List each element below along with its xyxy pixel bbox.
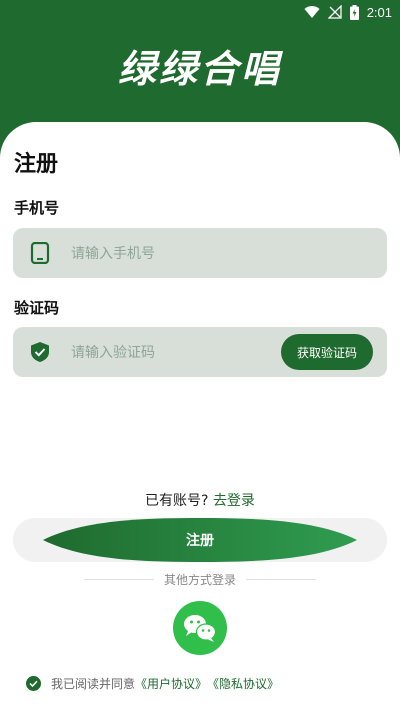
other-login-text: 其他方式登录 <box>163 573 236 587</box>
phone-placeholder: 请输入手机号 <box>71 246 155 262</box>
other-login-divider: 其他方式登录 <box>0 571 400 587</box>
page-title: 注册 <box>14 152 59 177</box>
signal-icon <box>327 5 342 19</box>
login-prompt-text: 已有账号? <box>145 493 209 509</box>
get-code-button[interactable]: 获取验证码 <box>281 334 373 370</box>
privacy-agreement-link[interactable]: 《隐私协议》 <box>207 675 279 692</box>
login-link[interactable]: 去登录 <box>213 493 255 509</box>
status-time: 2:01 <box>366 4 392 20</box>
agreement-prefix: 我已阅读并同意 <box>51 676 136 691</box>
code-placeholder: 请输入验证码 <box>71 345 155 361</box>
status-bar: 2:01 <box>0 0 400 24</box>
register-button-label: 注册 <box>186 533 214 549</box>
divider-right <box>246 579 316 580</box>
wechat-icon <box>184 615 217 642</box>
battery-icon <box>349 4 359 20</box>
shield-check-icon <box>31 342 49 362</box>
code-input[interactable]: 请输入验证码 获取验证码 <box>13 327 387 377</box>
phone-icon <box>30 242 50 264</box>
phone-label: 手机号 <box>14 199 60 217</box>
wechat-login-button[interactable] <box>173 601 227 655</box>
app-title: 绿绿合唱 <box>117 47 282 91</box>
register-button[interactable]: 注册 <box>13 518 387 562</box>
agreement-row: 我已阅读并同意 《用户协议》 《隐私协议》 <box>26 673 279 693</box>
phone-input[interactable]: 请输入手机号 <box>13 228 387 278</box>
code-label: 验证码 <box>14 299 60 317</box>
user-agreement-link[interactable]: 《用户协议》 <box>135 675 207 692</box>
agreement-checkbox[interactable] <box>26 675 41 691</box>
login-prompt: 已有账号? 去登录 <box>0 490 400 510</box>
wifi-icon <box>304 6 320 19</box>
